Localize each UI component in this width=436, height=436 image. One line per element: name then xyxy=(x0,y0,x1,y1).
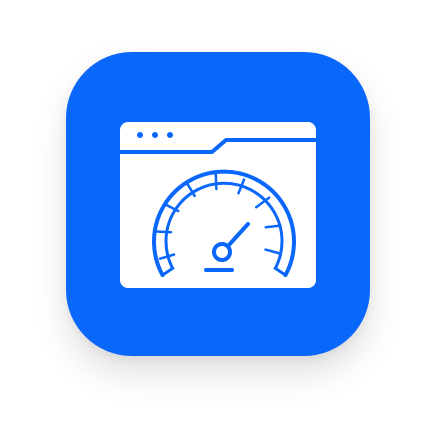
app-icon-tile[interactable] xyxy=(66,52,370,356)
browser-speedometer-icon xyxy=(120,122,316,288)
browser-window-icon xyxy=(120,122,316,288)
